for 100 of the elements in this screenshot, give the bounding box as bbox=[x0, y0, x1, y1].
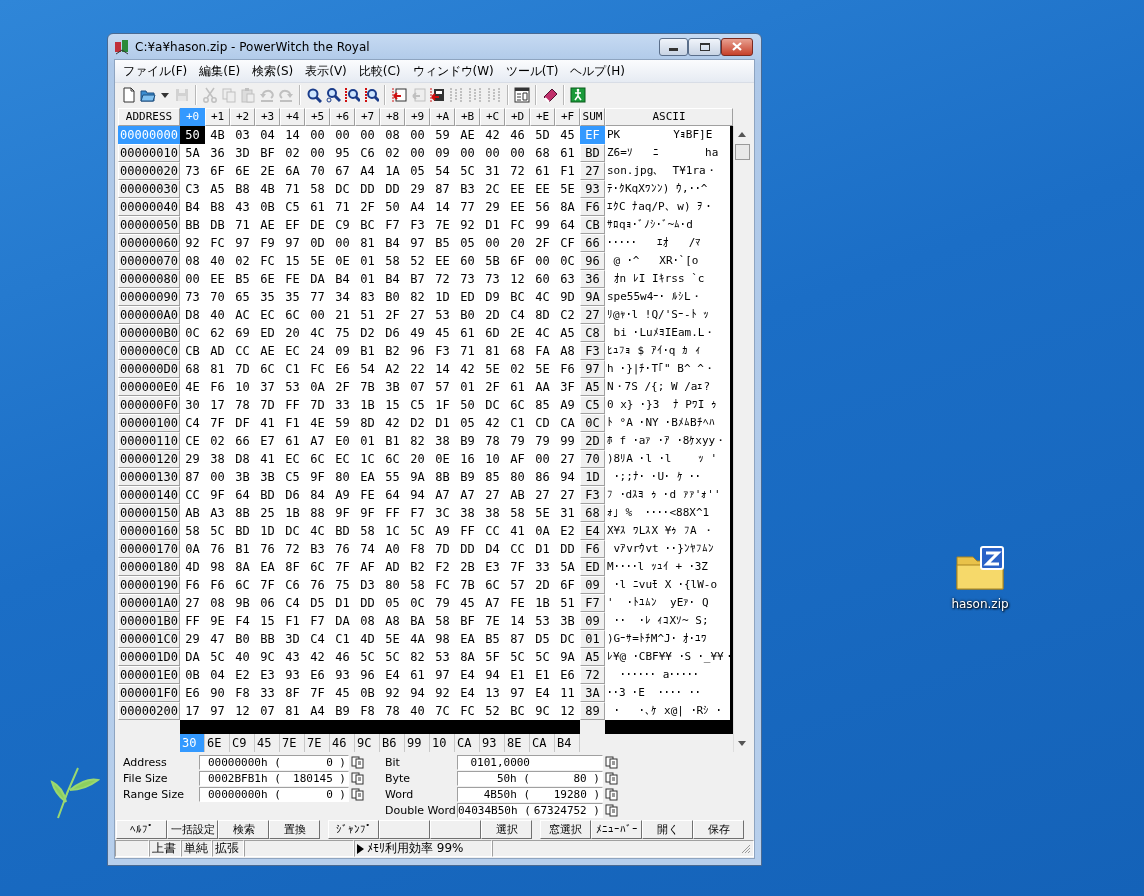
hex-cell[interactable]: 55 bbox=[380, 467, 405, 486]
hex-cell[interactable]: 9B bbox=[230, 593, 255, 612]
hex-cell[interactable]: C1 bbox=[330, 629, 355, 648]
hex-cell[interactable]: 54 bbox=[355, 359, 380, 378]
hex-cell[interactable]: E2 bbox=[230, 665, 255, 684]
hex-cell[interactable]: BF bbox=[255, 143, 280, 162]
hex-cell[interactable]: DF bbox=[230, 413, 255, 432]
hex-cell[interactable]: ED bbox=[255, 323, 280, 342]
hex-cell[interactable]: AC bbox=[230, 305, 255, 324]
search-previous-icon[interactable] bbox=[344, 87, 360, 104]
hex-cell[interactable]: 58 bbox=[355, 521, 380, 540]
hex-cell[interactable]: 50 bbox=[455, 395, 480, 414]
hex-cell[interactable]: A9 bbox=[555, 395, 580, 414]
copy-icon[interactable] bbox=[351, 772, 365, 786]
hex-cell[interactable]: 14 bbox=[505, 611, 530, 630]
hex-cell[interactable]: 1B bbox=[280, 503, 305, 522]
hex-cell[interactable]: 79 bbox=[430, 593, 455, 612]
hex-cell[interactable]: CC bbox=[505, 539, 530, 558]
hex-cell[interactable]: EE bbox=[505, 197, 530, 216]
hex-cell[interactable]: 7B bbox=[455, 575, 480, 594]
hex-cell[interactable]: FC bbox=[455, 701, 480, 720]
hex-cell[interactable]: 4C bbox=[305, 323, 330, 342]
hex-cell[interactable]: 98 bbox=[430, 629, 455, 648]
hex-cell[interactable]: 1B bbox=[530, 593, 555, 612]
hex-cell[interactable]: 27 bbox=[530, 485, 555, 504]
hex-cell[interactable]: 52 bbox=[480, 701, 505, 720]
hex-cell[interactable]: FE bbox=[505, 593, 530, 612]
hex-cell[interactable]: 10 bbox=[480, 449, 505, 468]
hex-cell[interactable]: FE bbox=[280, 269, 305, 288]
hex-cell[interactable]: 5A bbox=[555, 557, 580, 576]
edit-cell[interactable]: 6E bbox=[205, 733, 230, 752]
hex-cell[interactable]: 40 bbox=[230, 647, 255, 666]
hex-cell[interactable]: DC bbox=[555, 629, 580, 648]
hex-cell[interactable]: 29 bbox=[180, 449, 205, 468]
hex-cell[interactable]: B9 bbox=[330, 701, 355, 720]
hex-cell[interactable]: 17 bbox=[205, 395, 230, 414]
hex-cell[interactable]: 97 bbox=[505, 683, 530, 702]
document-icon[interactable] bbox=[121, 87, 137, 104]
function-key-button[interactable]: 選択 bbox=[481, 820, 532, 840]
hex-cell[interactable]: 0B bbox=[180, 665, 205, 684]
hex-cell[interactable]: E7 bbox=[255, 431, 280, 450]
hex-cell[interactable]: 0E bbox=[330, 251, 355, 270]
hex-cell[interactable]: 4D bbox=[180, 557, 205, 576]
hex-cell[interactable]: 4E bbox=[180, 377, 205, 396]
edit-cell[interactable]: 10 bbox=[430, 733, 455, 752]
hex-cell[interactable]: 7D bbox=[230, 359, 255, 378]
hex-cell[interactable]: 7E bbox=[480, 611, 505, 630]
folder-icon[interactable] bbox=[140, 87, 156, 104]
hex-cell[interactable]: AB bbox=[180, 503, 205, 522]
hex-cell[interactable]: B9 bbox=[455, 467, 480, 486]
hex-cell[interactable]: 4B bbox=[205, 125, 230, 144]
hex-cell[interactable]: C4 bbox=[280, 593, 305, 612]
hex-cell[interactable]: DC bbox=[280, 521, 305, 540]
hex-cell[interactable]: 41 bbox=[505, 521, 530, 540]
hex-cell[interactable]: EA bbox=[355, 467, 380, 486]
hex-cell[interactable]: A9 bbox=[330, 485, 355, 504]
hex-cell[interactable]: F9 bbox=[255, 233, 280, 252]
hex-cell[interactable]: 6E bbox=[255, 269, 280, 288]
hex-cell[interactable]: 8B bbox=[430, 467, 455, 486]
hex-cell[interactable]: 03 bbox=[230, 125, 255, 144]
hex-cell[interactable]: 37 bbox=[255, 377, 280, 396]
hex-cell[interactable]: 54 bbox=[430, 161, 455, 180]
hex-cell[interactable]: 77 bbox=[305, 287, 330, 306]
hex-cell[interactable]: 8B bbox=[230, 503, 255, 522]
hex-cell[interactable]: EA bbox=[455, 629, 480, 648]
hex-cell[interactable]: 4A bbox=[405, 629, 430, 648]
hex-cell[interactable]: 94 bbox=[555, 467, 580, 486]
hex-cell[interactable]: AE bbox=[255, 341, 280, 360]
hex-cell[interactable]: 0E bbox=[430, 449, 455, 468]
hex-cell[interactable]: A9 bbox=[430, 521, 455, 540]
hex-cell[interactable]: 93 bbox=[280, 665, 305, 684]
hex-cell[interactable]: BC bbox=[505, 701, 530, 720]
hex-cell[interactable]: 27 bbox=[180, 593, 205, 612]
hex-cell[interactable]: 42 bbox=[305, 647, 330, 666]
hex-cell[interactable]: 5E bbox=[555, 179, 580, 198]
hex-cell[interactable]: C4 bbox=[180, 413, 205, 432]
hex-cell[interactable]: 7F bbox=[505, 557, 530, 576]
hex-cell[interactable]: 00 bbox=[330, 233, 355, 252]
hex-cell[interactable]: 43 bbox=[230, 197, 255, 216]
column-header[interactable]: +7 bbox=[355, 107, 380, 126]
hex-cell[interactable]: 0C bbox=[555, 251, 580, 270]
hex-cell[interactable]: 40 bbox=[205, 305, 230, 324]
hex-cell[interactable]: EC bbox=[280, 449, 305, 468]
hex-cell[interactable]: 3B bbox=[255, 467, 280, 486]
copy-icon[interactable] bbox=[605, 788, 619, 802]
hex-cell[interactable]: 1C bbox=[380, 521, 405, 540]
hex-cell[interactable]: 92 bbox=[430, 683, 455, 702]
menu-item[interactable]: ツール(T) bbox=[499, 60, 565, 82]
hex-cell[interactable]: 31 bbox=[555, 503, 580, 522]
hex-cell[interactable]: C4 bbox=[505, 305, 530, 324]
hex-cell[interactable]: 5C bbox=[530, 647, 555, 666]
hex-cell[interactable]: 13 bbox=[480, 683, 505, 702]
hex-cell[interactable]: 61 bbox=[555, 143, 580, 162]
hex-cell[interactable]: BC bbox=[505, 287, 530, 306]
hex-cell[interactable]: D1 bbox=[530, 539, 555, 558]
hex-cell[interactable]: 08 bbox=[355, 611, 380, 630]
hex-cell[interactable]: 5C bbox=[205, 521, 230, 540]
hex-cell[interactable]: 64 bbox=[380, 485, 405, 504]
hex-cell[interactable]: 61 bbox=[530, 161, 555, 180]
hex-cell[interactable]: 31 bbox=[480, 161, 505, 180]
